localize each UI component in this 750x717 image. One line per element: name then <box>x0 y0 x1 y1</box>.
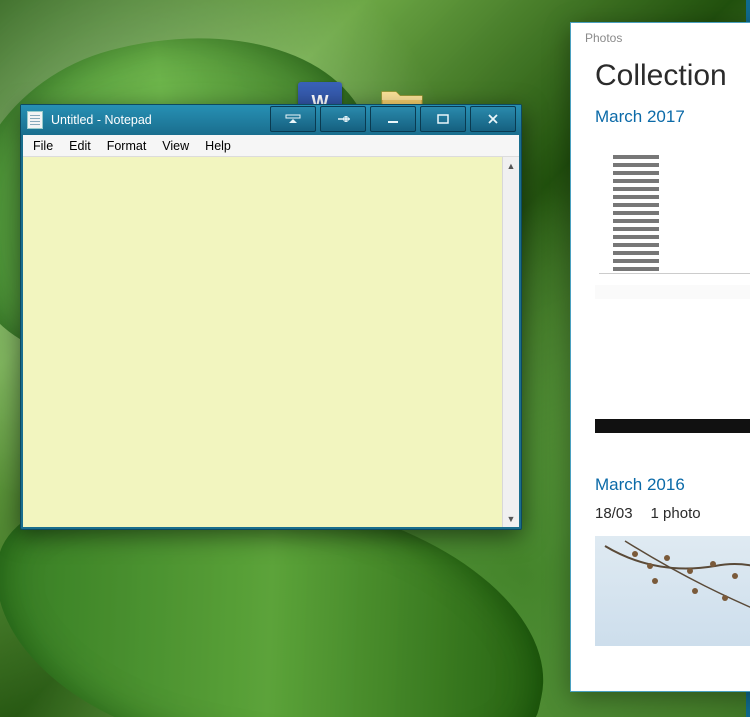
maximize-button[interactable] <box>420 106 466 132</box>
photos-app-title: Photos <box>585 31 622 45</box>
notepad-titlebar[interactable]: Untitled - Notepad <box>21 105 521 135</box>
photo-thumb[interactable] <box>595 536 750 646</box>
minimize-button[interactable] <box>370 106 416 132</box>
group-count: 1 photo <box>651 505 701 522</box>
menu-edit[interactable]: Edit <box>61 137 99 155</box>
window-title: Untitled - Notepad <box>51 113 152 127</box>
rollup-button[interactable] <box>270 106 316 132</box>
scroll-up-icon[interactable]: ▲ <box>503 157 519 174</box>
scroll-down-icon[interactable]: ▼ <box>503 510 519 527</box>
photo-thumb[interactable] <box>595 419 750 433</box>
tab-collection[interactable]: Collection <box>595 59 727 93</box>
text-editor-area[interactable] <box>23 157 502 527</box>
group-header-2017[interactable]: March 2017 <box>571 103 750 137</box>
notepad-menubar: File Edit Format View Help <box>23 135 519 157</box>
photo-thumb[interactable] <box>595 137 750 299</box>
menu-view[interactable]: View <box>154 137 197 155</box>
photos-titlebar[interactable]: Photos <box>571 23 750 53</box>
menu-help[interactable]: Help <box>197 137 239 155</box>
photos-window: Photos Collection A March 2017 March 201… <box>570 22 750 692</box>
menu-format[interactable]: Format <box>99 137 155 155</box>
notepad-window: Untitled - Notepad File Edit Format <box>20 104 522 530</box>
photos-tabstrip: Collection A <box>571 53 750 103</box>
notepad-icon <box>27 111 43 129</box>
menu-file[interactable]: File <box>25 137 61 155</box>
vertical-scrollbar[interactable]: ▲ ▼ <box>502 157 519 527</box>
group-date: 18/03 <box>595 505 633 522</box>
close-button[interactable] <box>470 106 516 132</box>
group-header-2016[interactable]: March 2016 <box>571 471 750 505</box>
pin-button[interactable] <box>320 106 366 132</box>
group-subheader: 18/03 1 photo <box>571 505 750 530</box>
